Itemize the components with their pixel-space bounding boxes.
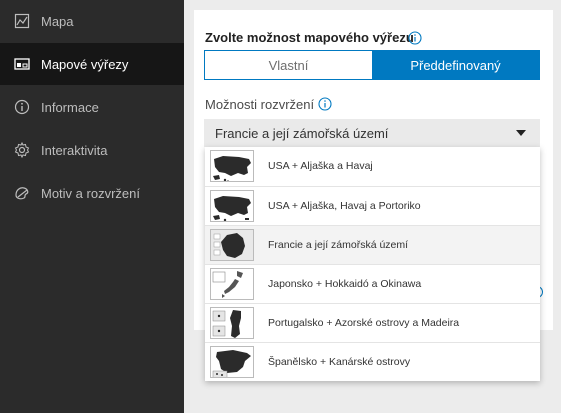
dropdown-option-label: Španělsko + Kanárské ostrovy	[268, 356, 411, 368]
info-icon[interactable]	[318, 97, 332, 111]
spain-map-thumbnail	[210, 346, 254, 378]
frame-type-toggle: Vlastní Předdefinovaný	[204, 50, 540, 80]
choose-option-label: Zvolte možnost mapového výřezu	[205, 30, 414, 45]
dropdown-option[interactable]: Portugalsko + Azorské ostrovy a Madeira	[205, 303, 540, 342]
portugal-map-thumbnail	[210, 307, 254, 339]
usa-map-thumbnail	[210, 150, 254, 182]
predefined-option-button[interactable]: Předdefinovaný	[372, 51, 539, 79]
gear-icon	[14, 141, 30, 159]
dropdown-option[interactable]: USA + Aljaška a Havaj	[205, 147, 540, 186]
layout-select-value: Francie a její zámořská území	[215, 126, 389, 141]
sidebar-item-map[interactable]: Mapa	[0, 0, 184, 42]
map-frames-icon	[14, 56, 30, 72]
palette-icon	[14, 185, 30, 201]
sidebar-item-info[interactable]: Informace	[0, 86, 184, 128]
sidebar-item-theme-layout[interactable]: Motiv a rozvržení	[0, 172, 184, 214]
layout-dropdown-list: USA + Aljaška a Havaj USA + Aljaška, Hav…	[205, 147, 540, 381]
sidebar-item-label: Motiv a rozvržení	[41, 186, 140, 201]
japan-map-thumbnail	[210, 268, 254, 300]
dropdown-option[interactable]: Japonsko + Hokkaidó a Okinawa	[205, 264, 540, 303]
info-icon	[14, 99, 30, 115]
sidebar-item-label: Mapové výřezy	[41, 57, 129, 72]
sidebar-item-label: Mapa	[41, 14, 74, 29]
layout-options-label: Možnosti rozvržení	[205, 97, 315, 112]
dropdown-option-label: Francie a její zámořská území	[268, 239, 409, 251]
dropdown-option[interactable]: USA + Aljaška, Havaj a Portoriko	[205, 186, 540, 225]
map-icon	[14, 13, 30, 29]
chevron-down-icon	[516, 130, 526, 136]
sidebar-item-label: Informace	[41, 100, 99, 115]
france-map-thumbnail	[210, 229, 254, 261]
dropdown-option-label: Portugalsko + Azorské ostrovy a Madeira	[268, 317, 460, 329]
dropdown-option-label: USA + Aljaška, Havaj a Portoriko	[268, 200, 421, 212]
sidebar-item-interactivity[interactable]: Interaktivita	[0, 129, 184, 171]
info-icon[interactable]	[408, 31, 422, 45]
sidebar-item-label: Interaktivita	[41, 143, 108, 158]
dropdown-option-label: USA + Aljaška a Havaj	[268, 160, 373, 172]
usa-map-thumbnail	[210, 190, 254, 222]
custom-option-button[interactable]: Vlastní	[205, 51, 372, 79]
dropdown-option[interactable]: Španělsko + Kanárské ostrovy	[205, 342, 540, 381]
dropdown-option[interactable]: Francie a její zámořská území	[205, 225, 540, 264]
sidebar-item-map-frames[interactable]: Mapové výřezy	[0, 43, 184, 85]
dropdown-option-label: Japonsko + Hokkaidó a Okinawa	[268, 278, 422, 290]
layout-select[interactable]: Francie a její zámořská území	[204, 119, 540, 147]
sidebar: Mapa Mapové výřezy Informace Interaktivi…	[0, 0, 184, 413]
